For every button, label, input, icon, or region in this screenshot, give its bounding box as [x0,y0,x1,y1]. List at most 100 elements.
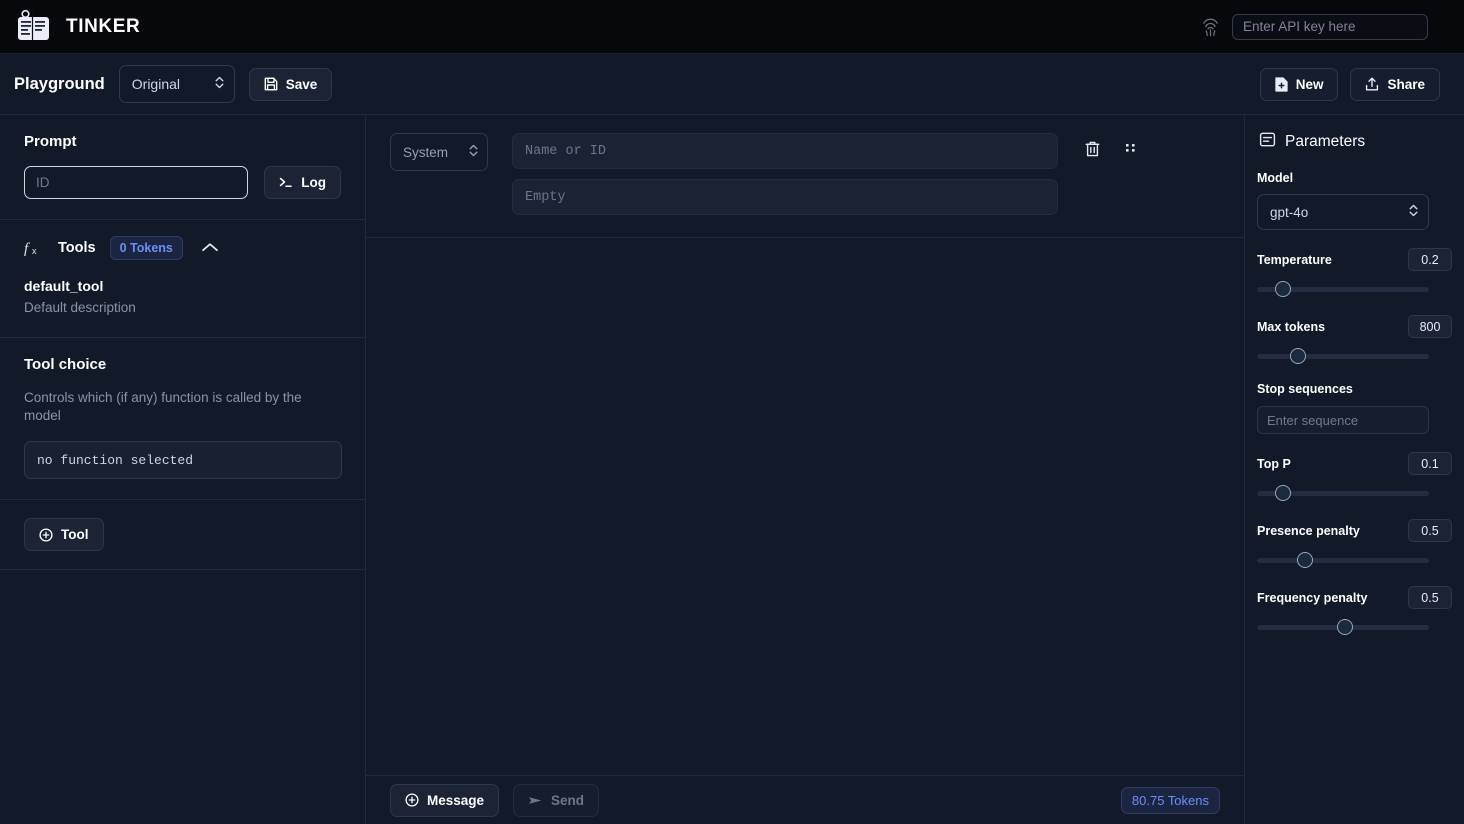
app-header: TINKER [0,0,1464,54]
add-tool-button-label: Tool [61,527,89,543]
temperature-slider[interactable] [1257,281,1429,297]
model-label: Model [1257,171,1294,185]
slider-group-frequency-penalty: Frequency penalty 0.5 [1257,586,1452,635]
playground-app: TINKER Playground Original [0,0,1464,824]
log-button[interactable]: Log [264,166,341,199]
notebook-logo-icon [14,9,54,45]
tool-name: default_tool [24,278,104,294]
sliders-list-icon [1259,131,1276,153]
message-content-input[interactable] [512,179,1058,215]
top-p-value: 0.1 [1408,452,1452,475]
message-name-input[interactable] [512,133,1058,169]
model-select-value: gpt-4o [1270,204,1309,220]
tool-choice-value: no function selected [37,452,194,468]
message-list: System [366,115,1244,775]
preset-select[interactable]: Original [118,65,235,103]
message-empty-space [366,238,1244,775]
parameters-header: Parameters [1257,131,1452,153]
prompt-id-input[interactable] [24,166,249,199]
message-role-value: System [403,144,449,160]
model-group: Model gpt-4o [1257,171,1452,230]
composer-footer: Message Send 80.75 Tokens [366,775,1244,824]
brand: TINKER [14,9,140,45]
drag-handle-icon [1123,141,1138,160]
chevron-updown-icon [468,143,479,162]
top-p-slider[interactable] [1257,485,1429,501]
chevron-updown-icon [214,75,225,94]
new-button[interactable]: New [1259,67,1339,101]
tools-label: Tools [58,240,96,256]
svg-text:x: x [32,246,37,256]
presence-penalty-slider[interactable] [1257,552,1429,568]
save-button-label: Save [285,76,318,92]
api-key-area [1201,13,1428,40]
max-tokens-value: 800 [1408,315,1452,338]
app-body: Prompt Log f [0,115,1464,824]
slider-thumb[interactable] [1290,348,1307,364]
frequency-penalty-label: Frequency penalty [1257,590,1368,605]
fingerprint-icon [1201,16,1220,37]
parameters-title: Parameters [1285,133,1366,150]
send-button[interactable]: Send [513,783,600,817]
max-tokens-slider[interactable] [1257,348,1429,364]
page-title: Playground [14,74,105,93]
share-upload-icon [1365,77,1379,92]
send-plane-icon [528,794,543,807]
tools-collapse-button[interactable] [197,237,223,260]
add-tool-button[interactable]: Tool [24,518,104,552]
presence-penalty-label: Presence penalty [1257,523,1360,538]
max-tokens-label: Max tokens [1257,319,1326,334]
api-key-input[interactable] [1232,13,1428,40]
left-sidebar: Prompt Log f [0,115,366,824]
tool-choice-select[interactable]: no function selected [24,441,342,480]
messages-panel: System Name or ID Empty Message Send 80.… [366,115,1244,824]
total-tokens-badge: 80.75 Tokens [1120,786,1220,814]
frequency-penalty-value: 0.5 [1408,586,1452,609]
new-button-label: New [1295,76,1324,92]
plus-circle-icon [405,793,419,807]
add-tool-section: Tool [0,500,365,571]
preset-select-value: Original [131,76,181,92]
log-button-label: Log [301,175,326,190]
prompt-section: Prompt Log [0,115,365,220]
top-p-label: Top P [1257,456,1291,471]
tool-choice-title: Tool choice [24,356,107,373]
message-actions [1082,133,1140,163]
temperature-label: Temperature [1257,252,1332,267]
slider-thumb[interactable] [1274,485,1291,501]
slider-thumb[interactable] [1297,552,1314,568]
add-message-button[interactable]: Message [390,783,500,817]
playground-toolbar: Playground Original Save New Share [0,54,1464,115]
tool-list-item[interactable]: default_tool Default description [0,260,365,338]
save-button[interactable]: Save [248,67,333,101]
slider-group-presence-penalty: Presence penalty 0.5 [1257,519,1452,568]
tools-header: f x Tools 0 Tokens [0,220,365,260]
frequency-penalty-slider[interactable] [1257,619,1429,635]
tool-description: Default description [24,300,136,315]
plus-circle-icon [39,528,53,542]
stop-sequences-input[interactable] [1257,406,1429,434]
prompt-section-title: Prompt [24,133,77,150]
delete-message-button[interactable] [1082,138,1103,163]
slider-group-temperature: Temperature 0.2 [1257,248,1452,297]
temperature-value: 0.2 [1408,248,1452,271]
share-button[interactable]: Share [1350,67,1440,101]
svg-text:f: f [24,241,30,257]
slider-thumb[interactable] [1274,281,1291,297]
stop-sequences-group: Stop sequences [1257,382,1452,434]
floppy-disk-icon [264,77,278,91]
message-role-select[interactable]: System [390,133,488,171]
parameters-panel: Parameters Model gpt-4o Temperature 0.2 … [1244,115,1464,824]
slider-group-top-p: Top P 0.1 [1257,452,1452,501]
drag-message-handle[interactable] [1121,139,1140,162]
tool-choice-description: Controls which (if any) function is call… [24,390,302,424]
slider-thumb[interactable] [1336,619,1353,635]
add-message-button-label: Message [427,792,485,808]
send-button-label: Send [551,792,585,808]
file-plus-icon [1275,76,1288,92]
slider-track [1257,354,1429,359]
model-select[interactable]: gpt-4o [1257,194,1429,230]
slider-track [1257,558,1429,563]
brand-name: TINKER [66,15,141,37]
chevron-updown-icon [1408,203,1419,222]
